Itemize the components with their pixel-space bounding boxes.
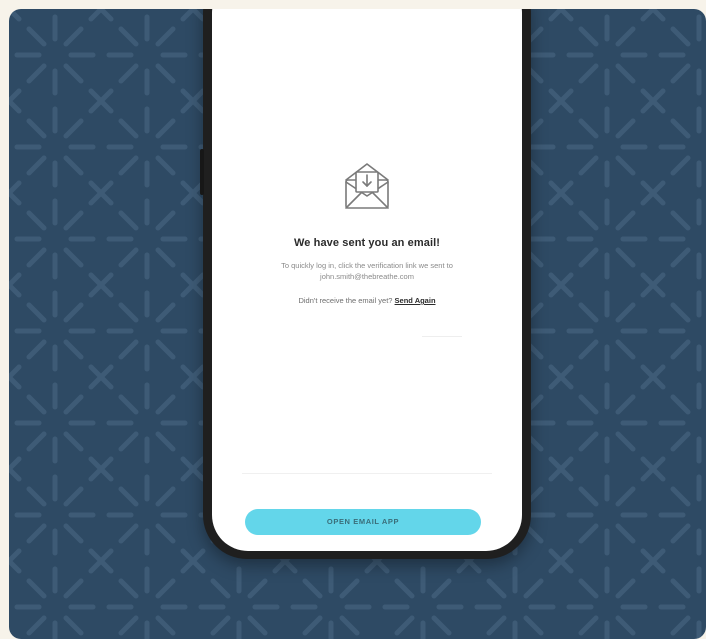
envelope-download-icon xyxy=(345,163,389,209)
phone-screen: We have sent you an email! To quickly lo… xyxy=(212,9,522,551)
phone-side-button xyxy=(200,149,204,195)
resend-row: Didn't receive the email yet? Send Again xyxy=(212,296,522,305)
send-again-link[interactable]: Send Again xyxy=(395,296,436,305)
email-sent-message: To quickly log in, click the verificatio… xyxy=(281,261,453,281)
resend-prompt: Didn't receive the email yet? xyxy=(298,296,393,305)
divider xyxy=(422,336,462,337)
mockup-card: We have sent you an email! To quickly lo… xyxy=(9,9,706,639)
open-email-app-button[interactable]: OPEN EMAIL APP xyxy=(245,509,481,535)
phone-mockup: We have sent you an email! To quickly lo… xyxy=(200,9,531,559)
divider xyxy=(242,473,492,474)
email-sent-title: We have sent you an email! xyxy=(293,237,441,249)
